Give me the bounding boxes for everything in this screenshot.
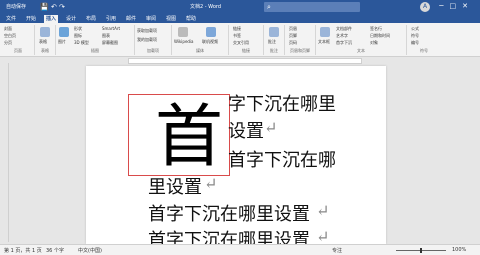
picture-button[interactable]: 图片 [58,39,66,45]
textbox-icon[interactable] [320,27,330,37]
drop-cap-button[interactable]: 首字下沉 [336,40,352,46]
date-time-button[interactable]: 日期和时间 [370,33,390,39]
doc-line-3: 首字下沉在哪 [228,150,336,171]
page-count[interactable]: 第 1 页，共 1 页 [4,247,42,254]
group-label-illustrations: 插图 [91,48,99,53]
tab-design[interactable]: 设计 [64,15,78,23]
zoom-level[interactable]: 100% [452,247,466,253]
online-video-button[interactable]: 联机视频 [202,39,218,45]
ribbon-tabs: 文件 开始 插入 设计 布局 引用 邮件 审阅 视图 帮助 [0,14,480,23]
comment-icon[interactable] [269,27,279,37]
wordart-button[interactable]: 艺术字 [336,33,348,39]
doc-line-1: 字下沉在哪里 [228,94,336,115]
icons-button[interactable]: 图标 [74,33,82,39]
symbol-button[interactable]: 符号 [411,33,419,39]
group-symbols: 公式 符号 编号 符号 [407,25,441,55]
cover-button[interactable]: 封面 [4,26,12,32]
group-label-media: 媒体 [196,48,204,53]
tab-view[interactable]: 视图 [164,15,178,23]
smartart-button[interactable]: SmartArt [102,26,120,31]
equation-button[interactable]: 公式 [411,26,419,32]
avatar[interactable]: A [420,2,430,12]
group-label-text: 文本 [357,48,365,53]
group-label-addins: 加载项 [147,48,159,53]
ruler-bar [128,58,362,64]
get-addins-button[interactable]: 获取加载项 [137,28,157,34]
table-icon[interactable] [40,27,50,37]
word-count[interactable]: 36 个字 [46,247,64,254]
window-controls[interactable]: ─□✕ [439,2,474,10]
ribbon: 封面 空白页 分页 页面 表格 表格 图片 形状 图标 3D 模型 SmartA… [0,23,480,57]
drop-cap-letter: 首 [155,98,224,177]
wikipedia-button[interactable]: Wikipedia [174,39,194,44]
horizontal-ruler[interactable] [0,57,480,64]
drop-cap-frame[interactable]: 首 [128,94,230,177]
autosave-toggle[interactable]: 自动保存 [6,4,26,10]
tab-review[interactable]: 审阅 [144,15,158,23]
group-label-comments: 批注 [270,48,278,53]
table-button[interactable]: 表格 [39,39,47,45]
group-illustrations: 图片 形状 图标 3D 模型 SmartArt 图表 屏幕截图 插图 [56,25,135,55]
group-comments: 批注 批注 [264,25,285,55]
group-label-links: 链接 [242,48,250,53]
focus-button[interactable]: 专注 [332,247,342,254]
signature-line-button[interactable]: 签名行 [370,26,382,32]
paragraph-mark: ↵ [204,174,218,193]
online-video-icon[interactable] [206,27,216,37]
status-bar: 第 1 页，共 1 页 36 个字 中文(中国) 专注 100% [0,244,480,255]
group-label-header-footer: 页眉和页脚 [290,48,310,53]
wikipedia-icon[interactable] [178,27,188,37]
tab-help[interactable]: 帮助 [184,15,198,23]
group-table: 表格 表格 [35,25,56,55]
page-number-button[interactable]: 页码 [289,40,297,46]
group-links: 链接 书签 交叉引用 链接 [229,25,264,55]
3d-models-button[interactable]: 3D 模型 [74,40,89,46]
group-label-table: 表格 [41,48,49,53]
screenshot-button[interactable]: 屏幕截图 [102,40,118,46]
cross-reference-button[interactable]: 交叉引用 [233,40,249,46]
blank-page-button[interactable]: 空白页 [4,33,16,39]
bookmark-button[interactable]: 书签 [233,33,241,39]
paragraph-mark: ↵ [316,201,330,220]
language[interactable]: 中文(中国) [78,247,102,254]
header-button[interactable]: 页眉 [289,26,297,32]
doc-line-5: 首字下沉在哪里设置 [148,204,310,225]
quick-access-toolbar[interactable]: 💾 ↶ ↷ [40,3,65,11]
my-addins-button[interactable]: 我的加载项 [137,37,157,43]
number-button[interactable]: 编号 [411,40,419,46]
tab-references[interactable]: 引用 [104,15,118,23]
object-button[interactable]: 对象 [370,40,378,46]
vertical-ruler[interactable] [0,63,9,242]
comment-button[interactable]: 批注 [268,39,276,45]
group-addins: 获取加载项 我的加载项 加载项 [135,25,172,55]
search-icon: ⌕ [267,3,271,11]
search-box[interactable]: ⌕ [264,2,360,12]
document-title: 文档2 - Word [190,4,222,10]
footer-button[interactable]: 页脚 [289,33,297,39]
title-bar: 自动保存 💾 ↶ ↷ 文档2 - Word ⌕ A ─□✕ [0,0,480,14]
group-header-footer: 页眉 页脚 页码 页眉和页脚 [285,25,316,55]
textbox-button[interactable]: 文本框 [318,39,330,45]
tab-mailings[interactable]: 邮件 [124,15,138,23]
group-media: Wikipedia 联机视频 媒体 [172,25,229,55]
group-text: 文本框 文档部件 艺术字 首字下沉 签名行 日期和时间 对象 文本 [316,25,407,55]
group-pages: 封面 空白页 分页 页面 [2,25,35,55]
zoom-slider-knob[interactable] [420,248,422,253]
tab-layout[interactable]: 布局 [84,15,98,23]
doc-line-2: 设置 [228,121,264,142]
group-label-symbols: 符号 [420,48,428,53]
quick-parts-button[interactable]: 文档部件 [336,26,352,32]
tab-insert[interactable]: 插入 [44,15,59,23]
picture-icon[interactable] [59,27,69,37]
link-button[interactable]: 链接 [233,26,241,32]
shapes-button[interactable]: 形状 [74,26,82,32]
page-break-button[interactable]: 分页 [4,40,12,46]
group-label-pages: 页面 [14,48,22,53]
tab-file[interactable]: 文件 [4,15,18,23]
chart-button[interactable]: 图表 [102,33,110,39]
doc-line-4: 里设置 [148,177,202,198]
paragraph-mark: ↵ [264,118,278,137]
tab-home[interactable]: 开始 [24,15,38,23]
